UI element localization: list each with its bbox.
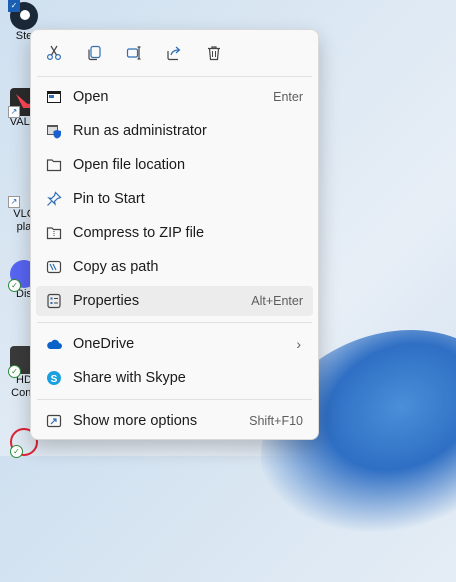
context-menu-toolbar bbox=[31, 30, 318, 76]
rename-button[interactable] bbox=[123, 42, 145, 64]
properties-icon bbox=[47, 293, 61, 309]
menu-item-label: Open bbox=[73, 89, 109, 105]
pin-icon bbox=[47, 191, 62, 206]
shortcut-arrow-icon: ✓ bbox=[8, 0, 20, 12]
onedrive-icon bbox=[47, 339, 62, 349]
open-icon bbox=[47, 91, 61, 103]
menu-separator bbox=[37, 76, 312, 77]
shortcut-arrow-icon: ↗ bbox=[8, 106, 20, 118]
menu-item-label: Compress to ZIP file bbox=[73, 225, 205, 241]
copy-icon bbox=[88, 45, 101, 61]
shortcut-arrow-icon: ↗ bbox=[8, 196, 20, 208]
menu-item-label: Open file location bbox=[73, 157, 186, 173]
share-button[interactable] bbox=[163, 42, 185, 64]
menu-item-open[interactable]: Open Enter bbox=[36, 82, 313, 112]
share-icon bbox=[167, 46, 181, 61]
skype-icon: S bbox=[47, 371, 61, 385]
menu-item-shortcut: Enter bbox=[273, 90, 303, 104]
steam-icon: ✓ bbox=[8, 0, 38, 30]
delete-button[interactable] bbox=[203, 42, 225, 64]
menu-item-label: Pin to Start bbox=[73, 191, 145, 207]
delete-icon bbox=[208, 46, 220, 61]
menu-item-onedrive[interactable]: OneDrive › bbox=[36, 329, 313, 359]
copy-button[interactable] bbox=[83, 42, 105, 64]
menu-item-share-with-skype[interactable]: S Share with Skype bbox=[36, 363, 313, 393]
zip-icon bbox=[46, 227, 62, 240]
menu-item-show-more-options[interactable]: Show more options Shift+F10 bbox=[36, 406, 313, 436]
menu-item-label: Copy as path bbox=[73, 259, 159, 275]
menu-item-pin-to-start[interactable]: Pin to Start bbox=[36, 184, 313, 214]
menu-item-shortcut: Alt+Enter bbox=[251, 294, 303, 308]
menu-item-label: Show more options bbox=[73, 413, 198, 429]
menu-item-open-file-location[interactable]: Open file location bbox=[36, 150, 313, 180]
shield-icon bbox=[47, 125, 61, 139]
sync-check-icon: ✓ bbox=[8, 365, 21, 378]
cut-icon bbox=[46, 45, 62, 61]
menu-item-label: Properties bbox=[73, 293, 140, 309]
menu-item-label: OneDrive bbox=[73, 336, 135, 352]
menu-item-copy-as-path[interactable]: Copy as path bbox=[36, 252, 313, 282]
more-options-icon bbox=[46, 414, 62, 428]
folder-icon bbox=[46, 159, 62, 172]
rename-icon bbox=[126, 46, 141, 60]
menu-item-label: Share with Skype bbox=[73, 370, 186, 386]
menu-item-shortcut: Shift+F10 bbox=[249, 414, 303, 428]
menu-separator bbox=[37, 399, 312, 400]
menu-item-label: Run as administrator bbox=[73, 123, 207, 139]
menu-separator bbox=[37, 322, 312, 323]
menu-item-compress-to-zip[interactable]: Compress to ZIP file bbox=[36, 218, 313, 248]
menu-item-run-as-administrator[interactable]: Run as administrator bbox=[36, 116, 313, 146]
chevron-right-icon: › bbox=[296, 336, 301, 352]
menu-item-properties[interactable]: Properties Alt+Enter bbox=[36, 286, 313, 316]
sync-check-icon: ✓ bbox=[10, 445, 23, 458]
cut-button[interactable] bbox=[43, 42, 65, 64]
svg-text:S: S bbox=[51, 374, 58, 385]
context-menu: Open Enter Run as administrator Open fil… bbox=[30, 29, 319, 440]
sync-check-icon: ✓ bbox=[8, 279, 21, 292]
path-icon bbox=[46, 260, 62, 274]
